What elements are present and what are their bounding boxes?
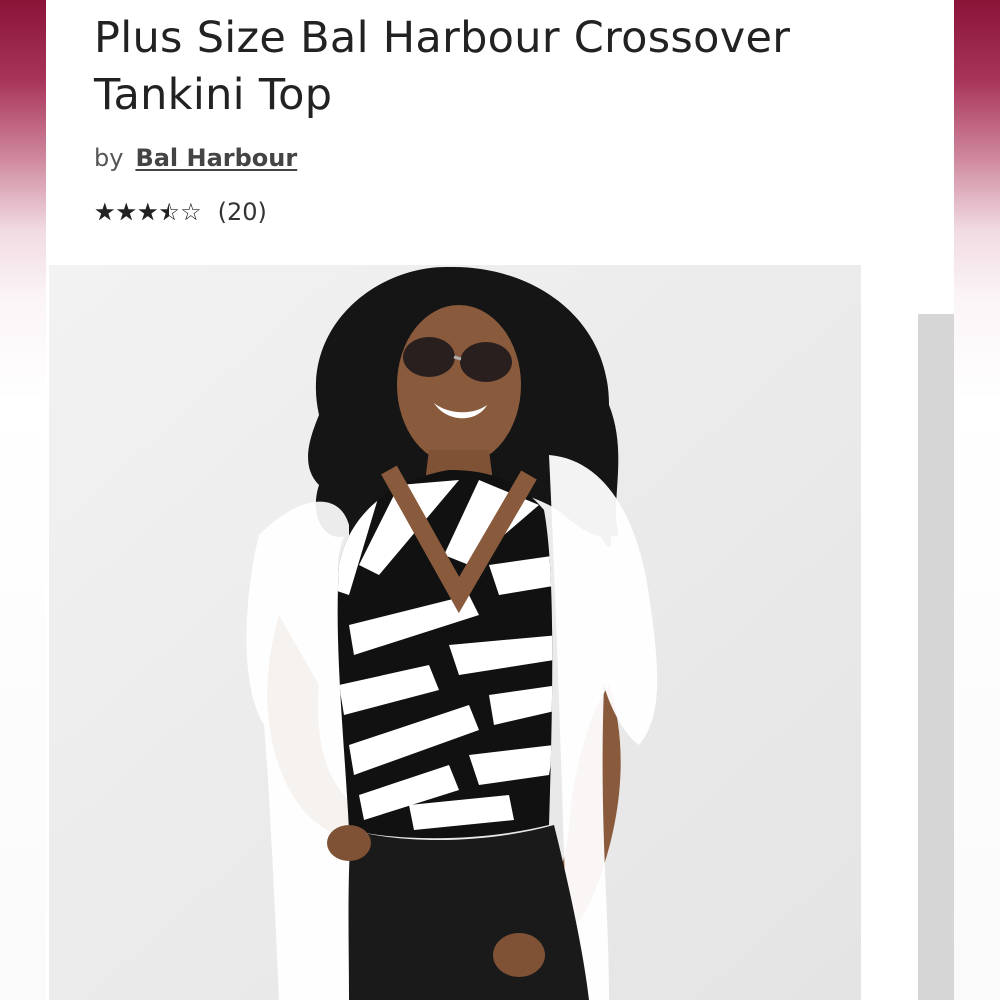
rating-summary[interactable]: ☆☆☆☆☆ ★★★★★ (20): [94, 198, 267, 226]
filled-stars: ★★★★★: [94, 200, 169, 224]
brand-byline: by Bal Harbour: [94, 144, 297, 172]
product-detail-panel: Plus Size Bal Harbour Crossover Tankini …: [46, 0, 954, 1000]
right-background-edge: [954, 0, 1000, 1000]
scrollbar-track[interactable]: [918, 314, 954, 1000]
review-count[interactable]: (20): [218, 198, 267, 226]
product-title: Plus Size Bal Harbour Crossover Tankini …: [94, 13, 791, 120]
product-image[interactable]: [49, 265, 861, 1000]
star-rating-icon: ☆☆☆☆☆ ★★★★★: [94, 200, 202, 224]
brand-link[interactable]: Bal Harbour: [135, 144, 297, 172]
by-label: by: [94, 144, 124, 172]
left-background-edge: [0, 0, 46, 1000]
product-photo-illustration: [49, 265, 861, 1000]
